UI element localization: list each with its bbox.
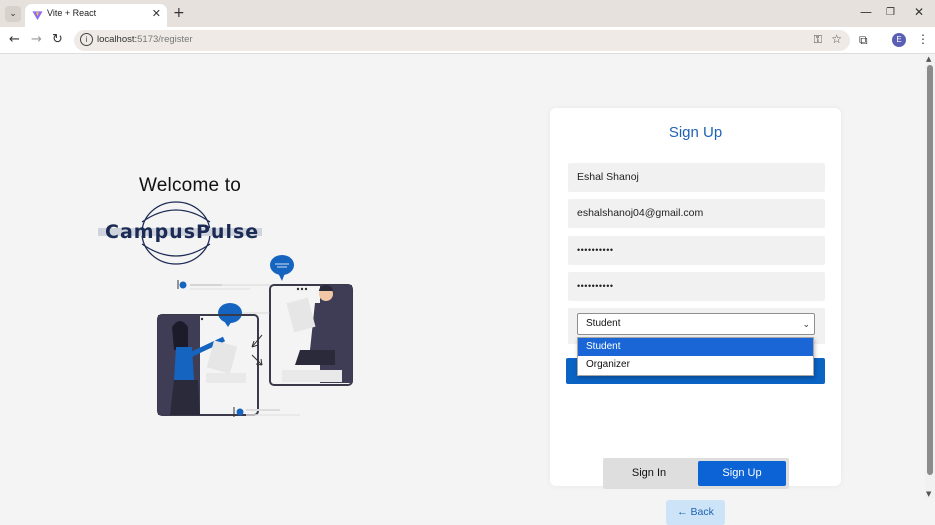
role-dropdown-list: Student Organizer (577, 337, 814, 376)
tab-strip: ⌄ Vite + React ✕ + — ❐ ✕ (0, 0, 935, 27)
profile-avatar[interactable]: E (892, 33, 906, 47)
menu-icon[interactable]: ⋮ (917, 32, 929, 46)
back-label: Back (690, 506, 714, 518)
signup-card: Sign Up Eshal Shanoj eshalshanoj04@gmail… (550, 108, 841, 525)
minimize-icon[interactable]: — (860, 5, 872, 19)
site-info-icon[interactable]: i (80, 33, 93, 46)
browser-toolbar: ← → ↻ i localhost:5173/register ⚿ ☆ (0, 27, 935, 54)
arrow-left-icon: ← (677, 506, 691, 518)
role-option-organizer[interactable]: Organizer (578, 356, 813, 374)
forward-arrow-icon[interactable]: → (31, 32, 42, 47)
signup-toggle-button[interactable]: Sign Up (698, 461, 786, 486)
tab-close-icon[interactable]: ✕ (152, 7, 161, 20)
tab-search-button[interactable]: ⌄ (5, 6, 21, 22)
restore-icon[interactable]: ❐ (886, 7, 895, 18)
reload-icon[interactable]: ↻ (52, 32, 63, 47)
role-select[interactable]: Student ⌄ (577, 313, 815, 335)
back-arrow-icon[interactable]: ← (9, 32, 20, 47)
role-select-value: Student (586, 318, 621, 329)
signin-toggle-button[interactable]: Sign In (608, 461, 690, 486)
name-input[interactable]: Eshal Shanoj (568, 163, 825, 192)
logo-text: CampusPulse (105, 221, 259, 243)
scroll-up-icon[interactable]: ▲ (926, 55, 931, 63)
browser-tab[interactable]: Vite + React ✕ (25, 4, 167, 27)
password-input[interactable]: •••••••••• (568, 236, 825, 265)
page-scrollbar[interactable]: ▲ ▼ (925, 55, 935, 498)
online-chat-illustration (157, 255, 353, 417)
password-key-icon[interactable]: ⚿ (814, 33, 822, 47)
back-button[interactable]: ← Back (666, 500, 725, 525)
role-option-student[interactable]: Student (578, 338, 813, 356)
page-viewport: Welcome to CampusPulse Sign Up Eshal Sha… (0, 55, 925, 525)
chevron-down-icon: ⌄ (802, 319, 810, 329)
auth-toggle: Sign In Sign Up (603, 458, 789, 489)
welcome-heading: Welcome to (139, 175, 241, 196)
address-bar[interactable]: i localhost:5173/register ⚿ ☆ (74, 30, 850, 51)
url-text: localhost:5173/register (97, 34, 193, 45)
confirm-password-input[interactable]: •••••••••• (568, 272, 825, 301)
bookmark-star-icon[interactable]: ☆ (831, 32, 842, 46)
new-tab-icon[interactable]: + (173, 5, 185, 21)
tab-title: Vite + React (47, 8, 97, 18)
extensions-icon[interactable]: ⧉ (859, 33, 868, 48)
email-input[interactable]: eshalshanoj04@gmail.com (568, 199, 825, 228)
vite-logo-icon (32, 11, 43, 21)
scroll-down-icon[interactable]: ▼ (926, 490, 931, 498)
scrollbar-thumb[interactable] (927, 65, 933, 475)
signup-title: Sign Up (668, 124, 723, 141)
window-close-icon[interactable]: ✕ (914, 5, 924, 19)
